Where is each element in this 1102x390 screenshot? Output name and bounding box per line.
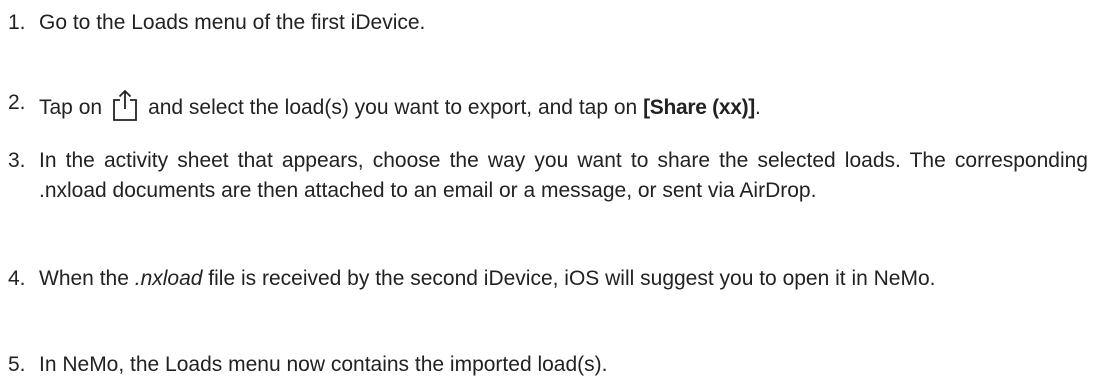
file-type: .nxload <box>134 267 203 290</box>
step-number: 1. <box>8 11 26 34</box>
step-1: 1. Go to the Loads menu of the first iDe… <box>8 8 1088 38</box>
step-4: 4. When the .nxload file is received by … <box>8 264 1088 294</box>
step-text: In NeMo, the Loads menu now contains the… <box>39 353 608 376</box>
step-text: Tap on and select the load(s) you want to… <box>39 88 1088 123</box>
step-text-end: . <box>755 96 761 119</box>
step-number: 2. <box>8 91 26 114</box>
step-number: 3. <box>8 149 26 172</box>
step-text-after: file is received by the second iDevice, … <box>208 267 936 290</box>
step-number: 5. <box>8 353 26 376</box>
step-3: 3. In the activity sheet that appears, c… <box>8 146 1088 206</box>
step-text-before: When the <box>39 267 129 290</box>
step-text: In the activity sheet that appears, choo… <box>39 149 1088 202</box>
instruction-list: 1. Go to the Loads menu of the first iDe… <box>0 0 1102 390</box>
step-5: 5. In NeMo, the Loads menu now contains … <box>8 350 1088 380</box>
step-text-after-icon: and select the load(s) you want to expor… <box>148 96 638 119</box>
share-icon <box>110 88 140 122</box>
share-button-reference: [Share (xx)] <box>643 96 755 119</box>
step-text: Go to the Loads menu of the first iDevic… <box>39 11 426 34</box>
step-text-before-icon: Tap on <box>39 96 103 119</box>
step-text: When the .nxload file is received by the… <box>39 264 1088 294</box>
step-2: 2. Tap on and select the load(s) you want… <box>8 88 1088 123</box>
step-number: 4. <box>8 267 26 290</box>
